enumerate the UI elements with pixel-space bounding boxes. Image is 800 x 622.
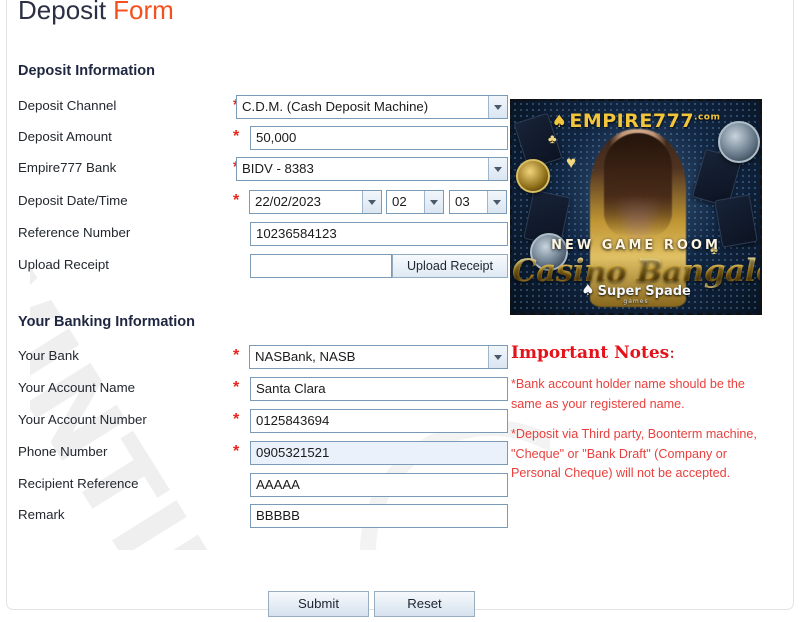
empire777-logo-text: EMPIRE: [569, 110, 653, 132]
important-notes-colon: :: [669, 343, 675, 363]
upload-receipt-button[interactable]: Upload Receipt: [392, 254, 508, 278]
label-empire777-bank: Empire777 Bank: [18, 160, 117, 175]
required-asterisk-account-number: *: [233, 411, 240, 428]
empire777-bank-value: BIDV - 8383: [242, 161, 314, 176]
chevron-down-icon[interactable]: [424, 191, 443, 213]
section-heading-deposit-information: Deposit Information: [18, 63, 155, 79]
label-deposit-channel: Deposit Channel: [18, 98, 117, 113]
required-asterisk-your-bank: *: [233, 347, 240, 364]
chevron-down-icon[interactable]: [488, 158, 507, 180]
deposit-date-value: 22/02/2023: [255, 194, 322, 209]
label-account-number: Your Account Number: [18, 412, 147, 427]
chevron-down-icon[interactable]: [487, 191, 506, 213]
recipient-reference-input[interactable]: AAAAA: [250, 473, 508, 497]
spade-logo-icon: ♠: [551, 112, 568, 132]
your-bank-value: NASBank, NASB: [255, 349, 356, 364]
remark-input[interactable]: BBBBB: [250, 504, 508, 528]
chevron-down-icon[interactable]: [362, 191, 381, 213]
important-note-item: *Deposit via Third party, Boonterm machi…: [511, 427, 757, 480]
empire777-bank-select[interactable]: BIDV - 8383: [236, 157, 508, 181]
your-bank-select[interactable]: NASBank, NASB: [249, 345, 508, 369]
label-phone-number: Phone Number: [18, 444, 108, 459]
sponsor-subtitle: games: [623, 298, 649, 305]
chevron-down-icon[interactable]: [488, 96, 507, 118]
account-name-input[interactable]: Santa Clara: [250, 377, 508, 401]
required-asterisk-account-name: *: [233, 379, 240, 396]
page-title-accent: Form: [113, 0, 174, 25]
important-notes-title: Important Notes:: [511, 343, 675, 363]
casino-chip-icon: [516, 159, 550, 193]
label-deposit-datetime: Deposit Date/Time: [18, 193, 128, 208]
super-spade-sponsor: ♠ Super Spade games: [512, 281, 760, 305]
label-deposit-amount: Deposit Amount: [18, 129, 112, 144]
empire777-logo-domain: .com: [694, 112, 721, 123]
deposit-amount-input[interactable]: 50,000: [250, 126, 508, 150]
required-asterisk-deposit-datetime: *: [233, 192, 240, 209]
deposit-date-select[interactable]: 22/02/2023: [249, 190, 382, 214]
club-suit-icon: ♣: [548, 131, 557, 146]
phone-number-input[interactable]: 0905321521: [250, 441, 508, 465]
label-reference-number: Reference Number: [18, 225, 131, 240]
page-title-main: Deposit: [18, 0, 107, 25]
empire777-logo-number: 777: [652, 110, 695, 132]
required-asterisk-deposit-amount: *: [233, 128, 240, 145]
label-your-bank: Your Bank: [18, 348, 79, 363]
deposit-channel-select[interactable]: C.D.M. (Cash Deposit Machine): [236, 95, 508, 119]
banner-model-hair: [604, 133, 672, 237]
important-notes-title-text: Important Notes: [511, 343, 670, 363]
label-account-name: Your Account Name: [18, 380, 136, 395]
account-number-input[interactable]: 0125843694: [250, 409, 508, 433]
label-recipient-reference: Recipient Reference: [18, 476, 139, 491]
chevron-down-icon[interactable]: [488, 346, 507, 368]
label-upload-receipt: Upload Receipt: [18, 257, 109, 272]
empire777-logo: ♠ EMPIRE777.com: [512, 110, 760, 132]
banner-tagline: NEW GAME ROOM: [551, 238, 721, 253]
deposit-hour-value: 02: [392, 194, 407, 209]
deposit-minute-select[interactable]: 03: [449, 190, 507, 214]
reset-button[interactable]: Reset: [374, 591, 475, 617]
required-asterisk-phone-number: *: [233, 443, 240, 460]
page-title: Deposit Form: [18, 0, 174, 27]
promo-banner-empire777[interactable]: ♥ ♠ ♣ ♠ EMPIRE777.com NEW GAME ROOM Casin…: [510, 99, 762, 315]
deposit-hour-select[interactable]: 02: [386, 190, 444, 214]
deposit-minute-value: 03: [455, 194, 470, 209]
reference-number-input[interactable]: 10236584123: [250, 222, 508, 246]
submit-button[interactable]: Submit: [268, 591, 369, 617]
heart-suit-icon: ♥: [566, 153, 577, 172]
upload-receipt-filename-input[interactable]: [250, 254, 392, 278]
sponsor-name: Super Spade: [597, 284, 691, 299]
form-content: Deposit Form Deposit Information Deposit …: [0, 0, 788, 620]
important-note-item: *Bank account holder name should be the …: [511, 377, 745, 411]
label-remark: Remark: [18, 507, 65, 522]
spade-suit-icon: ♠: [581, 281, 595, 299]
section-heading-banking-information: Your Banking Information: [18, 314, 195, 330]
deposit-channel-value: C.D.M. (Cash Deposit Machine): [242, 99, 429, 114]
